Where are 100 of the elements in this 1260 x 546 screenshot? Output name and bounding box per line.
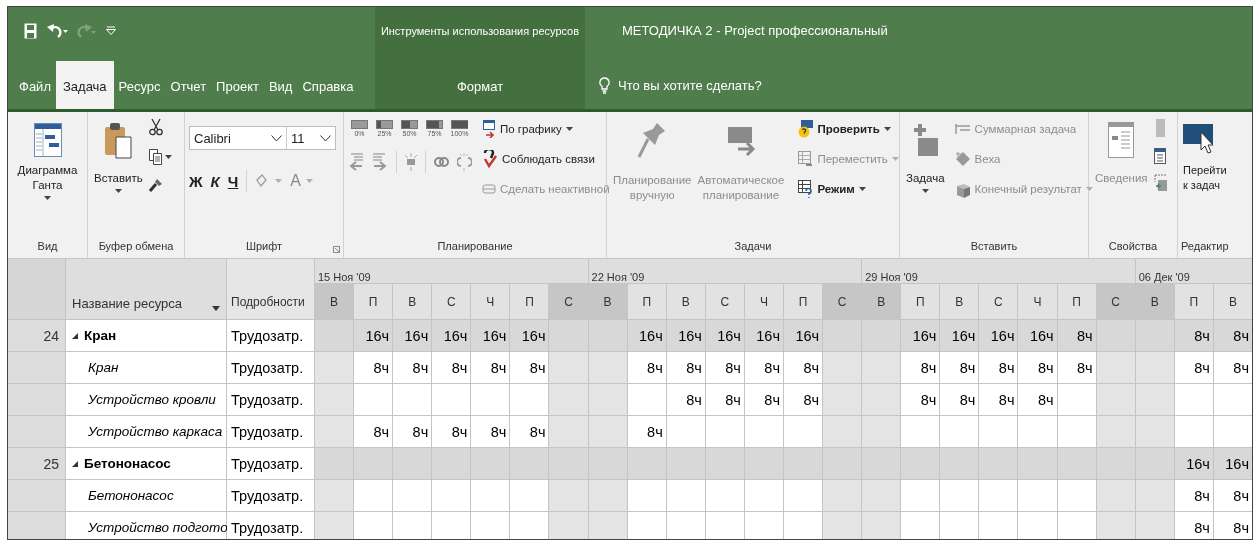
ribbon-tab[interactable]: Отчет: [165, 65, 212, 109]
day-header: П: [510, 284, 549, 319]
table-cell: 16ч: [744, 320, 783, 351]
table-cell: [1135, 448, 1174, 479]
move-task-icon: [798, 151, 814, 167]
table-cell: 8ч: [1174, 320, 1213, 351]
table-cell: [823, 384, 862, 415]
table-cell: 8ч: [393, 352, 432, 383]
table-cell: [1096, 352, 1135, 383]
command-button[interactable]: По графику: [482, 116, 610, 142]
table-cell: Трудозатр.: [227, 448, 314, 479]
group-label: Задачи: [733, 239, 773, 254]
copy-icon[interactable]: [148, 149, 162, 165]
table-cell: 8ч: [979, 384, 1018, 415]
window-title: МЕТОДИЧКА 2 - Project профессиональный: [622, 23, 888, 38]
bold-button[interactable]: Ж: [189, 172, 203, 190]
fill-color-icon[interactable]: [255, 173, 268, 189]
gantt-chart-button[interactable]: Диаграмма Ганта: [15, 118, 80, 202]
table-cell: [901, 512, 940, 539]
column-header[interactable]: Подробности: [227, 259, 314, 319]
ribbon-tab[interactable]: Задача: [55, 61, 114, 109]
ribbon-tab[interactable]: Проект: [211, 65, 264, 109]
table-cell: 8ч: [1018, 384, 1057, 415]
paintbrush-icon[interactable]: [148, 178, 163, 192]
undo-icon[interactable]: [46, 22, 68, 39]
progress-icon: [451, 120, 468, 129]
underline-button[interactable]: Ч: [227, 172, 239, 190]
customize-menu-icon[interactable]: [106, 26, 116, 35]
row-header[interactable]: 25: [8, 448, 65, 479]
day-header: П: [627, 284, 666, 319]
link-icon[interactable]: [434, 156, 449, 168]
ribbon-tab[interactable]: Ресурс: [113, 65, 166, 109]
table-cell: [1018, 448, 1057, 479]
ribbon-tab[interactable]: Вид: [263, 65, 298, 109]
table-cell: [901, 448, 940, 479]
table-cell: [549, 416, 588, 447]
save-icon[interactable]: [24, 22, 37, 39]
table-cell: [549, 352, 588, 383]
table-cell: 8ч: [1057, 352, 1096, 383]
table-cell: [393, 512, 432, 539]
command-button[interactable]: Соблюдать связи: [482, 146, 610, 172]
outdent-icon[interactable]: [348, 152, 364, 172]
table-cell: [1096, 320, 1135, 351]
new-task-button[interactable]: Задача: [904, 118, 947, 195]
filter-arrow-icon[interactable]: [212, 306, 220, 311]
collapse-arrow-icon[interactable]: [72, 460, 78, 467]
milestone-icon: [954, 151, 971, 167]
table-cell: Трудозатр.: [227, 480, 314, 511]
table-cell: [1135, 480, 1174, 511]
command-button[interactable]: Режим: [798, 178, 899, 200]
scroll-to-task-button[interactable]: Перейти к задач: [1181, 118, 1229, 195]
collapse-arrow-icon[interactable]: [72, 332, 78, 339]
day-header: П: [901, 284, 940, 319]
scissors-icon[interactable]: [148, 118, 163, 136]
indent-icon[interactable]: [372, 152, 388, 172]
table-cell: [862, 352, 901, 383]
table-cell: 16ч: [979, 320, 1018, 351]
day-header: П: [1174, 284, 1213, 319]
day-header: В: [1213, 284, 1252, 319]
table-cell: 8ч: [901, 384, 940, 415]
table-cell: Трудозатр.: [227, 512, 314, 539]
calendar-arrow-icon: [482, 120, 496, 138]
italic-button[interactable]: К: [210, 172, 220, 190]
caret-icon: [306, 179, 313, 183]
table-cell: [862, 448, 901, 479]
table-cell: [1174, 384, 1213, 415]
group-label: Буфер обмена: [97, 239, 175, 254]
ribbon-tab[interactable]: Файл: [14, 65, 56, 109]
day-header: С: [432, 284, 471, 319]
details-icon[interactable]: [1153, 148, 1166, 164]
table-cell: 8ч: [471, 416, 510, 447]
table-cell: [940, 448, 979, 479]
table-cell: [979, 480, 1018, 511]
table-cell: [1057, 384, 1096, 415]
table-cell: [471, 512, 510, 539]
unlink-icon[interactable]: [457, 153, 472, 171]
table-cell: 8ч: [1174, 512, 1213, 539]
row-header[interactable]: 24: [8, 320, 65, 351]
table-cell: [1057, 512, 1096, 539]
inspect-icon: [798, 120, 814, 138]
header-cell[interactable]: Название ресурса: [66, 259, 226, 319]
information-icon: [1108, 122, 1135, 158]
clipboard-icon: [104, 121, 133, 159]
table-cell: [979, 416, 1018, 447]
table-cell: [784, 448, 823, 479]
table-cell: [1135, 384, 1174, 415]
search-field[interactable]: Что вы хотите сделать?: [599, 77, 762, 94]
dialog-launcher-icon[interactable]: [333, 246, 340, 253]
command-button[interactable]: Проверить: [798, 118, 899, 140]
table-cell: [1096, 480, 1135, 511]
day-header: Ч: [471, 284, 510, 319]
ribbon-tab[interactable]: Справка: [297, 65, 359, 109]
paste-button[interactable]: Вставить: [92, 118, 145, 195]
table-cell: [315, 480, 354, 511]
progress-icon: [351, 120, 368, 129]
table-cell: 16ч: [510, 320, 549, 351]
table-cell: [901, 416, 940, 447]
corner-cell[interactable]: [8, 259, 65, 319]
add-to-timeline-icon[interactable]: [1153, 174, 1168, 192]
day-header: В: [666, 284, 705, 319]
